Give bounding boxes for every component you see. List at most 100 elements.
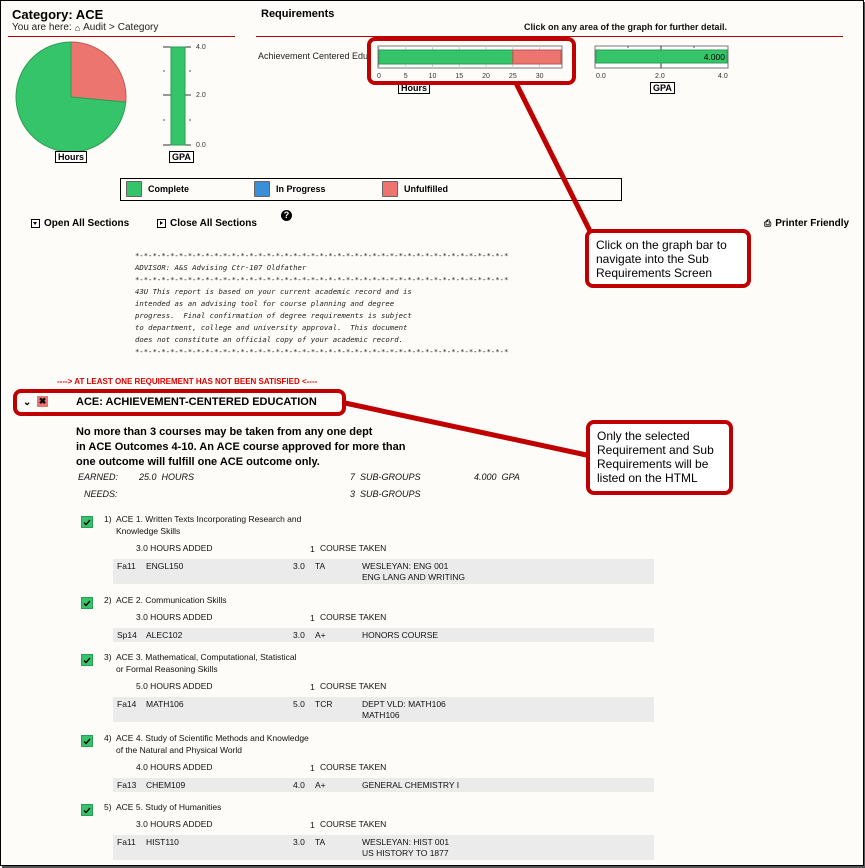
description-line: No more than 3 courses may be taken from… xyxy=(76,426,373,438)
callout-line-graph xyxy=(513,81,594,235)
legend: Complete In Progress Unfulfilled xyxy=(120,178,622,201)
course-id[interactable]: HIST110 xyxy=(146,837,179,847)
breadcrumb-separator: > xyxy=(108,22,115,33)
sub-requirement-number: 3) xyxy=(104,652,112,662)
course-term: Fa14 xyxy=(117,699,137,709)
course-id[interactable]: MATH106 xyxy=(146,699,184,709)
course-credits: 4.0 xyxy=(293,780,305,790)
breadcrumb-current: Category xyxy=(117,22,159,33)
course-taken-label: COURSE TAKEN xyxy=(320,612,387,622)
earned-subgroups: 7 SUB-GROUPS xyxy=(350,472,421,482)
gpa-bar-value-label: 4.000 xyxy=(704,52,726,62)
requirement-description: No more than 3 courses may be taken from… xyxy=(76,425,405,470)
sub-requirement-title[interactable]: Knowledge Skills xyxy=(116,525,180,537)
sub-requirement-title[interactable]: ACE 3. Mathematical, Computational, Stat… xyxy=(116,651,296,663)
graph-hint: Click on any area of the graph for furth… xyxy=(524,22,728,32)
pie-slice-unfulfilled[interactable] xyxy=(70,41,127,103)
advisor-line: *-*-*-*-*-*-*-*-*-*-*-*-*-*-*-*-*-*-*-*-… xyxy=(135,275,509,284)
course-row[interactable]: Fa13 CHEM109 4.0 A+ GENERAL CHEMISTRY I xyxy=(113,778,654,792)
course-description: WESLEYAN: HIST 001 xyxy=(362,837,450,847)
course-description: MATH106 xyxy=(362,710,400,720)
page-frame: Category: ACE You are here: ⌂ Audit > Ca… xyxy=(0,0,864,866)
course-id[interactable]: ENGL150 xyxy=(146,561,183,571)
unfulfilled-status-icon: ✖ xyxy=(37,396,48,407)
complete-check-icon xyxy=(81,735,93,747)
course-description: DEPT VLD: MATH106 xyxy=(362,699,446,709)
gpa-vertical-chart[interactable]: 4.0 2.0 0.0 xyxy=(156,41,216,153)
graph-highlight-box xyxy=(367,37,576,85)
needs-label: NEEDS: xyxy=(84,489,118,499)
open-all-sections-button[interactable]: Open All Sections xyxy=(31,218,129,229)
gpa-bar-tick-2: 2.0 xyxy=(655,73,665,80)
course-row[interactable]: Fa11 ENGL150 3.0 TA WESLEYAN: ENG 001 ENG LAN… xyxy=(113,559,654,584)
complete-check-icon xyxy=(81,804,93,816)
complete-check-icon xyxy=(81,654,93,666)
course-grade: TA xyxy=(315,561,326,571)
course-description: ENG LANG AND WRITING xyxy=(362,572,465,582)
header-divider xyxy=(8,36,235,37)
breadcrumb-audit-link[interactable]: Audit xyxy=(83,22,106,33)
description-line: one outcome will fulfill one ACE outcome… xyxy=(76,456,320,468)
earned-hours: 25.0 HOURS xyxy=(139,472,195,482)
course-taken-label: COURSE TAKEN xyxy=(320,681,387,691)
course-count: 1 xyxy=(310,763,315,773)
course-term: Fa13 xyxy=(117,780,137,790)
help-icon[interactable]: ? xyxy=(281,210,292,221)
pie-slices xyxy=(15,41,127,153)
close-all-sections-button[interactable]: Close All Sections xyxy=(157,218,257,229)
course-term: Fa11 xyxy=(117,837,136,847)
close-all-label: Close All Sections xyxy=(170,218,257,229)
printer-friendly-label: Printer Friendly xyxy=(775,218,850,229)
course-id[interactable]: ALEC102 xyxy=(146,630,182,640)
earned-gpa: 4.000 GPA xyxy=(474,472,520,482)
sub-requirement-title[interactable]: ACE 2. Communication Skills xyxy=(116,594,227,606)
course-taken-label: COURSE TAKEN xyxy=(320,819,387,829)
home-icon[interactable]: ⌂ xyxy=(75,23,80,33)
legend-in-progress: In Progress xyxy=(254,179,326,199)
hours-pie-chart[interactable] xyxy=(13,41,129,153)
course-id[interactable]: CHEM109 xyxy=(146,780,185,790)
sub-requirement-title[interactable]: ACE 1. Written Texts Incorporating Resea… xyxy=(116,513,301,525)
sub-requirement-title[interactable]: or Formal Reasoning Skills xyxy=(116,663,218,675)
breadcrumb: You are here: ⌂ Audit > Category xyxy=(12,22,158,33)
gpa-bar-tick-4: 4.0 xyxy=(718,73,728,80)
course-credits: 5.0 xyxy=(293,699,305,709)
hours-pie-label: Hours xyxy=(55,151,88,163)
requirement-row-label[interactable]: Achievement Centered Edu xyxy=(258,51,374,61)
requirements-heading: Requirements xyxy=(261,8,335,20)
breadcrumb-prefix: You are here: xyxy=(12,22,72,33)
chevron-down-icon[interactable]: ⌄ xyxy=(23,397,31,408)
course-row[interactable]: Fa14 MATH106 5.0 TCR DEPT VLD: MATH106 MATH10… xyxy=(113,697,654,722)
gpa-bar-chart[interactable]: 4.000 0.0 2.0 4.0 xyxy=(593,45,738,83)
gpa-chart-label: GPA xyxy=(169,151,194,163)
collapse-icon xyxy=(157,219,166,228)
course-grade: TA xyxy=(315,837,326,847)
expand-icon xyxy=(31,219,40,228)
needs-subgroups: 3 SUB-GROUPS xyxy=(350,489,421,499)
sub-requirement-number: 1) xyxy=(104,514,112,524)
course-credits: 3.0 xyxy=(293,837,305,847)
complete-check-icon xyxy=(81,516,93,528)
hours-added: 4.0 HOURS ADDED xyxy=(136,762,213,772)
course-row[interactable]: Fa11 HIST110 3.0 TA WESLEYAN: HIST 001 US HIS… xyxy=(113,835,654,860)
course-taken-label: COURSE TAKEN xyxy=(320,762,387,772)
advisor-line: *-*-*-*-*-*-*-*-*-*-*-*-*-*-*-*-*-*-*-*-… xyxy=(135,251,509,260)
sub-requirement-title[interactable]: ACE 4. Study of Scientific Methods and K… xyxy=(116,732,309,744)
advisor-line: progress. Final confirmation of degree r… xyxy=(135,311,412,320)
legend-label: Unfulfilled xyxy=(404,184,448,194)
hours-added: 3.0 HOURS ADDED xyxy=(136,612,213,622)
legend-label: Complete xyxy=(148,184,190,194)
sub-requirement-title[interactable]: ACE 5. Study of Humanities xyxy=(116,801,221,813)
course-row[interactable]: Sp14 ALEC102 3.0 A+ HONORS COURSE xyxy=(113,628,654,642)
gpa-tick-0: 0.0 xyxy=(196,142,206,149)
sub-requirement-title[interactable]: of the Natural and Physical World xyxy=(116,744,242,756)
requirement-title[interactable]: ACE: ACHIEVEMENT-CENTERED EDUCATION xyxy=(76,396,317,408)
printer-friendly-button[interactable]: ⎙ Printer Friendly xyxy=(764,218,849,229)
hours-added: 3.0 HOURS ADDED xyxy=(136,819,213,829)
course-count: 1 xyxy=(310,682,315,692)
course-description: GENERAL CHEMISTRY I xyxy=(362,780,460,790)
callout-graph-bar: Click on the graph bar to navigate into … xyxy=(585,229,751,288)
gpa-tick-4: 4.0 xyxy=(196,44,206,51)
complete-check-icon xyxy=(81,597,93,609)
printer-icon: ⎙ xyxy=(764,218,772,228)
